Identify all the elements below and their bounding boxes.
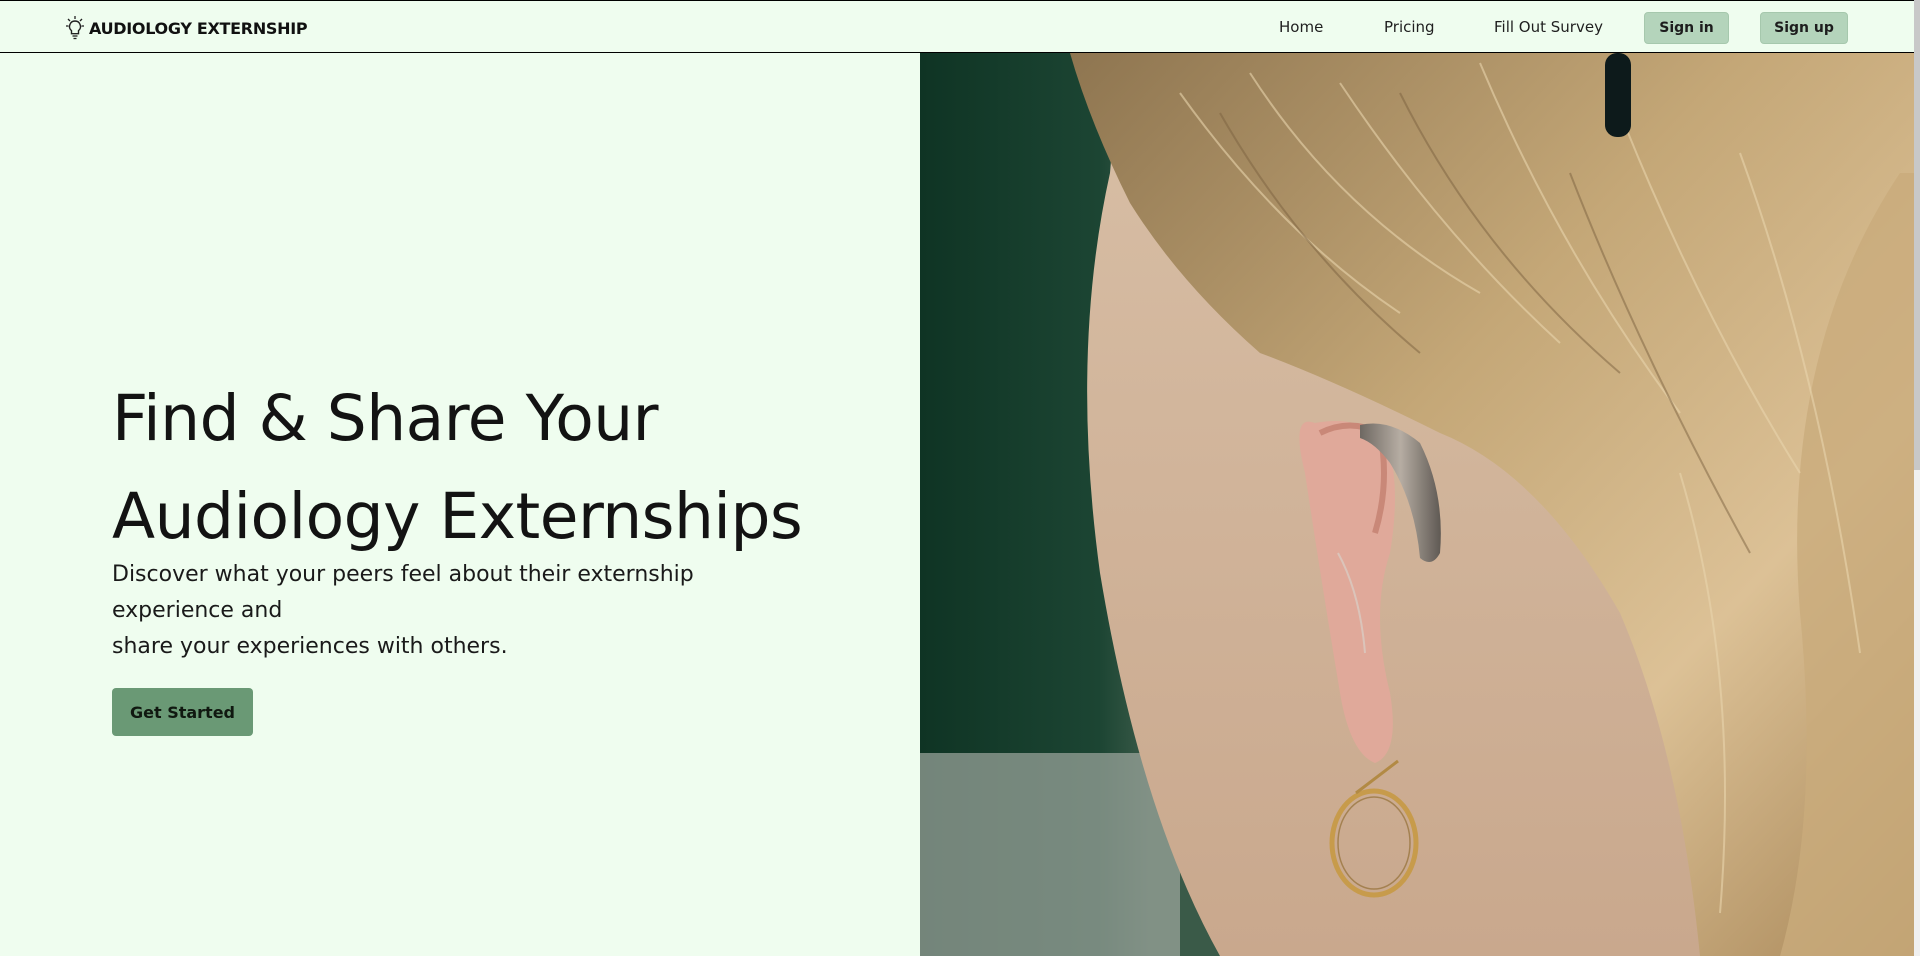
hero-image <box>920 53 1914 956</box>
sign-up-button[interactable]: Sign up <box>1760 12 1848 44</box>
nav-link-home[interactable]: Home <box>1279 18 1323 36</box>
hearing-aid-photo <box>920 53 1914 956</box>
hero-subtext-line1: Discover what your peers feel about thei… <box>112 562 694 623</box>
brand-name: AUDIOLOGY EXTERNSHIP <box>89 18 308 38</box>
brand-logo-link[interactable]: AUDIOLOGY EXTERNSHIP <box>65 15 308 41</box>
get-started-button[interactable]: Get Started <box>112 688 253 736</box>
page-scrollbar-thumb[interactable] <box>1914 0 1920 470</box>
nav-link-pricing[interactable]: Pricing <box>1384 18 1435 36</box>
hero-headline-line1: Find & Share Your <box>112 382 659 455</box>
hero-headline-line2: Audiology Externships <box>112 480 803 553</box>
nav-link-fill-out-survey[interactable]: Fill Out Survey <box>1494 18 1603 36</box>
lightbulb-icon <box>66 16 84 40</box>
top-navbar: AUDIOLOGY EXTERNSHIP Home Pricing Fill O… <box>0 0 1914 53</box>
hero-headline: Find & Share Your Audiology Externships <box>112 370 803 566</box>
sign-in-button[interactable]: Sign in <box>1644 12 1729 44</box>
hero-subtext: Discover what your peers feel about thei… <box>112 557 802 665</box>
hero-subtext-line2: share your experiences with others. <box>112 634 508 659</box>
